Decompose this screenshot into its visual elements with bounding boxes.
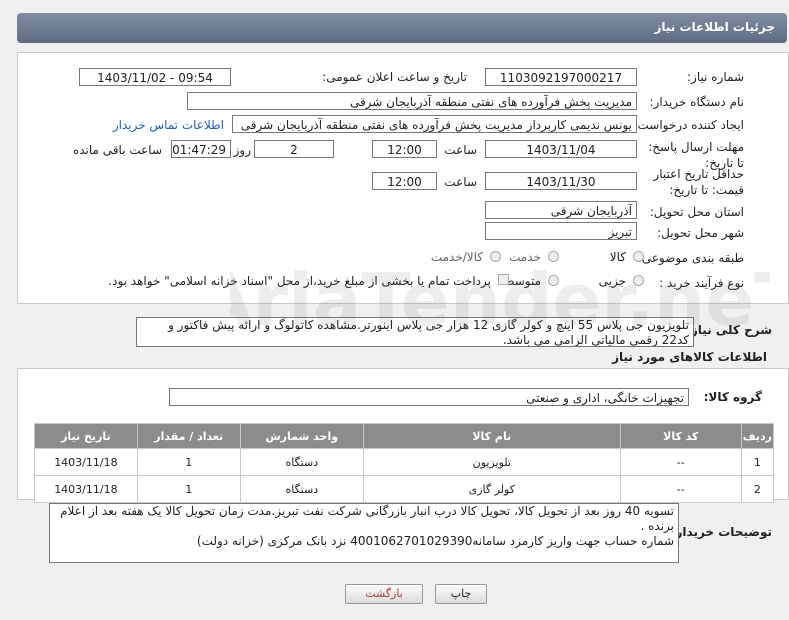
- cell-date: 1403/11/18: [34, 448, 138, 476]
- back-button[interactable]: بازگشت: [345, 584, 423, 604]
- cell-row: 1: [740, 448, 775, 476]
- category-radio-service[interactable]: [548, 251, 559, 262]
- remaining-time-field: 01:47:29: [171, 140, 231, 158]
- buyer-org-field: مدیریت پخش فرآورده های نفتی منطقه آذربای…: [187, 92, 637, 110]
- col-row: ردیف: [740, 423, 775, 449]
- reply-time-label: ساعت: [444, 143, 477, 157]
- announce-field: 1403/11/02 - 09:54: [79, 68, 231, 86]
- buyer-notes-line1: تسویه 40 روز بعد از تحویل کالا، تحویل کا…: [60, 504, 674, 533]
- cell-row: 2: [740, 475, 775, 503]
- category-option-service: خدمت: [509, 250, 541, 264]
- requester-label: ایجاد کننده درخواست:: [633, 118, 744, 132]
- table-row: 2 -- کولر گازی دستگاه 1 1403/11/18: [34, 475, 775, 503]
- purchase-radio-minor[interactable]: [633, 275, 644, 286]
- col-qty: تعداد / مقدار: [136, 423, 241, 449]
- province-field: آذربایجان شرقی: [485, 201, 637, 219]
- table-row: 1 -- تلویزیون دستگاه 1 1403/11/18: [34, 448, 775, 476]
- goods-table-header: ردیف کد کالا نام کالا واحد شمارش تعداد /…: [34, 423, 775, 449]
- buyer-notes-label: توضیحات خریدار:: [670, 525, 772, 539]
- cell-unit: دستگاه: [239, 475, 364, 503]
- col-name: نام کالا: [362, 423, 621, 449]
- cell-unit: دستگاه: [239, 448, 364, 476]
- category-label: طبقه بندی موضوعی:: [637, 251, 744, 265]
- col-unit: واحد شمارش: [239, 423, 364, 449]
- purchase-radio-medium[interactable]: [548, 275, 559, 286]
- price-date-field: 1403/11/30: [485, 172, 637, 190]
- price-time-field: 12:00: [372, 172, 437, 190]
- requester-field: یونس ندیمی کاربرداز مدیریت پخش فرآورده ه…: [232, 115, 637, 133]
- buyer-org-label: نام دستگاه خریدار:: [649, 95, 745, 109]
- remaining-label: ساعت باقی مانده: [72, 143, 162, 157]
- need-number-label: شماره نیاز:: [687, 70, 744, 84]
- buyer-notes-line2: شماره حساب جهت واریز کارمزد سامانه400106…: [196, 534, 674, 548]
- col-date: تاریخ نیاز: [34, 423, 138, 449]
- reply-date-field: 1403/11/04: [485, 140, 637, 158]
- category-radio-both[interactable]: [490, 251, 501, 262]
- price-time-label: ساعت: [444, 175, 477, 189]
- category-radio-goods[interactable]: [633, 251, 644, 262]
- days-field: 2: [254, 140, 334, 158]
- cell-date: 1403/11/18: [34, 475, 138, 503]
- purchase-option-minor: جزیی: [598, 274, 626, 288]
- buyer-notes-box: تسویه 40 روز بعد از تحویل کالا، تحویل کا…: [49, 503, 679, 563]
- treasury-payment-note: پرداخت تمام یا بخشی از مبلغ خرید،از محل …: [108, 274, 491, 288]
- category-option-both: کالا/خدمت: [430, 250, 483, 264]
- cell-code: --: [619, 475, 742, 503]
- need-number-field: 1103092197000217: [485, 68, 637, 86]
- purchase-type-label: نوع فرآیند خرید :: [659, 276, 744, 290]
- summary-label: شرح کلی نیاز:: [686, 323, 772, 337]
- print-button[interactable]: چاپ: [435, 584, 487, 604]
- goods-table: ردیف کد کالا نام کالا واحد شمارش تعداد /…: [34, 423, 775, 503]
- city-label: شهر محل تحویل:: [657, 226, 744, 240]
- category-option-goods: کالا: [609, 250, 626, 264]
- page-title: جزئیات اطلاعات نیاز: [654, 20, 775, 34]
- province-label: استان محل تحویل:: [649, 205, 744, 219]
- goods-group-label: گروه کالا:: [703, 390, 762, 404]
- reply-time-field: 12:00: [372, 140, 437, 158]
- price-validity-label: حداقل تاریخ اعتبار قیمت: تا تاریخ:: [653, 167, 744, 197]
- cell-name: تلویزیون: [362, 448, 621, 476]
- summary-textarea: تلویزیون جی پلاس 55 اینچ و کولر گازی 12 …: [136, 317, 694, 347]
- buyer-contact-link[interactable]: اطلاعات تماس خریدار: [113, 118, 224, 132]
- goods-group-field: تجهیزات خانگی، اداری و صنعتی: [169, 388, 689, 406]
- city-field: تبریز: [485, 222, 637, 240]
- page-header: جزئیات اطلاعات نیاز: [17, 13, 787, 43]
- cell-code: --: [619, 448, 742, 476]
- cell-name: کولر گازی: [362, 475, 621, 503]
- announce-label: تاریخ و ساعت اعلان عمومی:: [322, 70, 467, 84]
- goods-section-title: اطلاعات کالاهای مورد نیاز: [612, 350, 767, 364]
- treasury-payment-checkbox[interactable]: [498, 274, 509, 285]
- cell-qty: 1: [136, 475, 241, 503]
- cell-qty: 1: [136, 448, 241, 476]
- col-code: کد کالا: [619, 423, 742, 449]
